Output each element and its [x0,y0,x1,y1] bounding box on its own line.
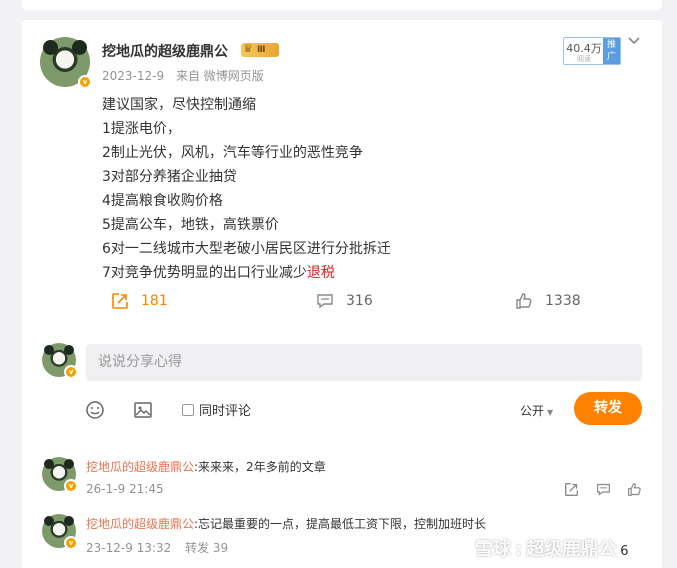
checkbox-label: 同时评论 [199,404,252,419]
post-line: 5提高公车，地铁，高铁票价 [102,217,279,233]
avatar-ear [63,459,74,470]
verified-icon: v [64,365,78,379]
author-name[interactable]: 挖地瓜的超级鹿鼎公 [102,41,228,61]
views-label: 阅读 [577,55,591,63]
comment-author[interactable]: 挖地瓜的超级鹿鼎公 [86,517,194,531]
avatar-ear [72,40,87,55]
comment-action[interactable]: 316 [316,292,373,310]
share-icon [112,293,128,309]
previous-card [22,0,662,10]
comment-count: 316 [346,293,373,309]
post-line: 1提涨电价， [102,121,181,137]
comment-icon[interactable] [596,482,611,497]
comment-repost-count[interactable]: 转发 39 [185,541,228,555]
comment-icon [317,294,333,309]
comment-date: 23-12-9 13:32 [86,541,172,555]
post-source: 来自 微博网页版 [175,69,264,83]
repost-icon[interactable] [564,482,579,497]
comment-meta: 26-1-9 21:45 [86,482,164,496]
post-line: 2制止光伏，风机，汽车等行业的恶性竞争 [102,145,363,161]
checkbox-box[interactable] [182,403,194,416]
share-action[interactable]: 181 [111,292,168,310]
keyword-link[interactable]: 退税 [307,265,335,281]
comment-body: :忘记最重要的一点，提高最低工资下限，控制加班时长 [194,517,487,531]
visibility-select[interactable]: 公开 ▼ [520,402,553,419]
post-line: 4提高粮食收购价格 [102,193,223,209]
like-count: 1338 [545,293,581,309]
post-date[interactable]: 2023-12-9 [102,69,164,83]
promote-label[interactable]: 推广 [603,38,620,64]
post-line: 6对一二线城市大型老破小居民区进行分批拆迁 [102,241,391,257]
repost-button[interactable]: 转发 [574,392,642,425]
share-count: 181 [141,293,168,309]
repost-input[interactable]: 说说分享心得 [86,344,642,381]
avatar-ear [44,345,55,356]
views-badge[interactable]: 40.4万 阅读 推广 [563,37,621,65]
comment-text: 挖地瓜的超级鹿鼎公:来来来，2年多前的文章 [86,458,326,475]
post-line-text: 7对竞争优势明显的出口行业减少 [102,265,307,281]
caret-down-icon: ▼ [547,408,554,417]
author-avatar[interactable]: v [40,37,92,89]
watermark-count: 6 [620,544,629,559]
watermark-brand: 雪球 [475,539,511,560]
comment-author[interactable]: 挖地瓜的超级鹿鼎公 [86,460,194,474]
avatar-ear [43,40,58,55]
chevron-down-icon[interactable] [627,34,641,48]
my-avatar[interactable]: v [42,343,78,379]
comment-meta: 23-12-9 13:32 转发 39 [86,539,228,556]
post-line: 3对部分养猪企业抽贷 [102,169,237,185]
post-card: v 挖地瓜的超级鹿鼎公 ♛ Ⅲ 2023-12-9 来自 微博网页版 40.4万… [22,20,662,568]
image-icon[interactable] [133,400,153,420]
comment-avatar[interactable]: v [42,514,78,550]
avatar-ear [44,516,55,527]
emoji-icon[interactable] [85,400,105,420]
post-body: 建议国家，尽快控制通缩 1提涨电价， 2制止光伏，风机，汽车等行业的恶性竞争 3… [102,93,391,285]
post-meta: 2023-12-9 来自 微博网页版 [102,67,264,84]
crown-icon: ♛ [243,42,253,55]
post-line: 建议国家，尽快控制通缩 [102,97,256,113]
verified-icon: v [64,479,78,493]
comment-date: 26-1-9 21:45 [86,482,164,496]
post-line: 7对竞争优势明显的出口行业减少退税 [102,261,391,285]
vip-badge[interactable]: ♛ Ⅲ [241,42,279,57]
watermark-separator: : [515,539,523,560]
comment-body: :来来来，2年多前的文章 [194,460,326,474]
vip-level: Ⅲ [257,45,266,55]
watermark: 雪球: 超级鹿鼎公 6 [475,535,628,561]
thumbs-up-icon[interactable] [627,482,642,497]
comment-text: 挖地瓜的超级鹿鼎公:忘记最重要的一点，提高最低工资下限，控制加班时长 [86,515,486,532]
verified-icon: v [78,75,92,89]
thumbs-up-icon [516,293,532,309]
like-action[interactable]: 1338 [515,292,581,310]
avatar-ear [63,516,74,527]
comment-avatar[interactable]: v [42,457,78,493]
watermark-author: 超级鹿鼎公 [526,539,617,560]
verified-icon: v [64,536,78,550]
avatar-ear [63,345,74,356]
visibility-value: 公开 [520,404,545,418]
avatar-ear [44,459,55,470]
also-comment-checkbox[interactable]: 同时评论 [182,400,251,419]
